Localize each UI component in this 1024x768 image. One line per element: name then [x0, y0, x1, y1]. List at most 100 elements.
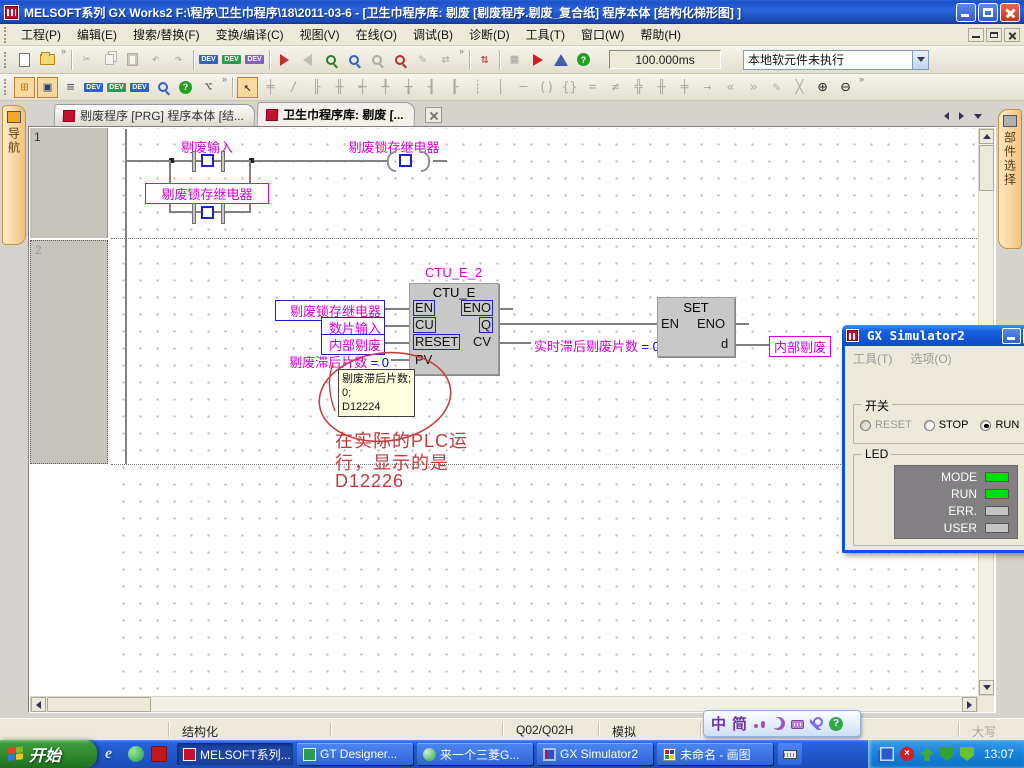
- device-search-icon[interactable]: DEV: [244, 49, 265, 70]
- simulation-start-icon[interactable]: [527, 49, 548, 70]
- horizontal-scroll-thumb[interactable]: [47, 697, 151, 712]
- ime-simplified-icon[interactable]: 简: [732, 713, 747, 734]
- ladder-tool-8-icon[interactable]: ┨: [421, 77, 442, 98]
- gx-simulator-window[interactable]: GX Simulator2 工具(T) 选项(O) 开关 RESET STOP …: [842, 346, 1024, 553]
- firewall-tray-icon[interactable]: [960, 747, 974, 761]
- tab-scroll-right-icon[interactable]: [959, 112, 964, 120]
- rung-1-margin[interactable]: 1: [30, 128, 108, 238]
- simulator-menu-option[interactable]: 选项(O): [910, 350, 951, 367]
- menu-tool[interactable]: 工具(T): [518, 23, 573, 46]
- monitor-zoom-icon[interactable]: [343, 49, 364, 70]
- simulation-info-icon[interactable]: ?: [573, 49, 594, 70]
- device-comment-icon[interactable]: DEV: [198, 49, 219, 70]
- ladder-tool-11-icon[interactable]: │: [490, 77, 511, 98]
- ladder-tool-14-icon[interactable]: {}: [559, 77, 580, 98]
- ladder-tool-22-icon[interactable]: »: [743, 77, 764, 98]
- redo-icon[interactable]: ↷: [168, 49, 189, 70]
- select-tool-icon[interactable]: ↖: [237, 77, 258, 98]
- messenger-icon[interactable]: [128, 746, 144, 762]
- ime-softkeyboard-icon[interactable]: [791, 720, 804, 729]
- ladder-block-icon[interactable]: ▦: [504, 49, 525, 70]
- radio-stop[interactable]: STOP: [924, 419, 969, 431]
- menu-project[interactable]: 工程(P): [13, 23, 69, 46]
- device-comment-display-icon[interactable]: DEV: [83, 77, 104, 98]
- parallel-contact-label[interactable]: 剔废锁存继电器: [145, 183, 269, 204]
- ladder-tool-18-icon[interactable]: ╫: [651, 77, 672, 98]
- close-button[interactable]: [1000, 3, 1020, 22]
- start-button[interactable]: 开始: [0, 740, 97, 768]
- simulation-warning-icon[interactable]: [550, 49, 571, 70]
- child-minimize-button[interactable]: [968, 28, 984, 42]
- vertical-scroll-thumb[interactable]: [979, 145, 994, 191]
- monitor-stop-icon[interactable]: [389, 49, 410, 70]
- toolbar-overflow-2-icon[interactable]: »: [459, 46, 464, 56]
- simulator-menu-tool[interactable]: 工具(T): [853, 350, 892, 367]
- scroll-left-icon[interactable]: [31, 697, 46, 712]
- ladder-tool-21-icon[interactable]: «: [720, 77, 741, 98]
- task-gt-designer[interactable]: GT Designer...: [297, 743, 413, 765]
- tab-list-icon[interactable]: [974, 114, 982, 119]
- toolbar2-overflow-icon[interactable]: »: [222, 74, 227, 84]
- ladder-tool-17-icon[interactable]: ╬: [628, 77, 649, 98]
- ladder-tool-6-icon[interactable]: ╀: [375, 77, 396, 98]
- tab-scroll-left-icon[interactable]: [944, 112, 949, 120]
- ladder-tool-3-icon[interactable]: ╟: [306, 77, 327, 98]
- taskbar-clock[interactable]: 13:07: [984, 747, 1014, 761]
- tab-program-body[interactable]: 剔废程序 [PRG] 程序本体 [结...: [54, 104, 256, 126]
- menu-edit[interactable]: 编辑(E): [69, 23, 125, 46]
- language-bar-taskbar-button[interactable]: [778, 743, 802, 765]
- output-window-icon[interactable]: ≡: [60, 77, 81, 98]
- device-mode-combo[interactable]: 本地软元件未执行: [743, 50, 929, 70]
- device-display-icon[interactable]: DEV: [106, 77, 127, 98]
- navigation-side-tab[interactable]: 导航: [2, 105, 26, 245]
- menu-window[interactable]: 窗口(W): [573, 23, 632, 46]
- set-output-variable[interactable]: 内部剔废: [769, 336, 831, 357]
- coil-state-box[interactable]: [399, 154, 412, 167]
- cross-reference-icon[interactable]: ⇄: [435, 49, 456, 70]
- toolbar2-overflow-2-icon[interactable]: »: [859, 74, 864, 84]
- ladder-tool-13-icon[interactable]: (): [536, 77, 557, 98]
- ladder-tool-19-icon[interactable]: ╪: [674, 77, 695, 98]
- ladder-tool-16-icon[interactable]: ≠: [605, 77, 626, 98]
- solidworks-icon[interactable]: [151, 746, 167, 762]
- monitor-watch-icon[interactable]: [320, 49, 341, 70]
- device-view-icon[interactable]: DEV: [129, 77, 150, 98]
- minimize-button[interactable]: [956, 3, 976, 22]
- internet-explorer-icon[interactable]: e: [105, 746, 121, 762]
- menu-view[interactable]: 视图(V): [292, 23, 348, 46]
- paste-icon[interactable]: [122, 49, 143, 70]
- ladder-tool-20-icon[interactable]: →: [697, 77, 718, 98]
- cv-output-variable[interactable]: 实时滞后剔废片数 = 0: [534, 336, 660, 355]
- navigation-window-icon[interactable]: ⊞: [14, 77, 35, 98]
- child-restore-button[interactable]: [986, 28, 1002, 42]
- restore-button[interactable]: [978, 3, 998, 22]
- menu-online[interactable]: 在线(O): [348, 23, 405, 46]
- new-project-icon[interactable]: [14, 49, 35, 70]
- ime-help-icon[interactable]: ?: [829, 717, 843, 731]
- task-browser[interactable]: 来一个三菱G...: [417, 743, 533, 765]
- menu-diagnostics[interactable]: 诊断(D): [461, 23, 518, 46]
- contact1-state-box[interactable]: [201, 154, 214, 167]
- device-find-icon[interactable]: [152, 77, 173, 98]
- undo-icon[interactable]: ↶: [145, 49, 166, 70]
- ime-settings-icon[interactable]: [810, 717, 823, 730]
- ladder-tool-15-icon[interactable]: =: [582, 77, 603, 98]
- menu-compile[interactable]: 变换/编译(C): [208, 23, 292, 46]
- cut-icon[interactable]: ✂: [76, 49, 97, 70]
- ime-chinese-icon[interactable]: 中: [711, 713, 726, 734]
- menu-help[interactable]: 帮助(H): [632, 23, 689, 46]
- combo-dropdown-icon[interactable]: [912, 51, 928, 69]
- ladder-tool-1-icon[interactable]: ╪: [260, 77, 281, 98]
- task-melsoft[interactable]: MELSOFT系列...: [177, 743, 293, 765]
- rung-2-margin[interactable]: 2: [30, 240, 108, 464]
- edit-program-icon[interactable]: ✎: [412, 49, 433, 70]
- menu-find-replace[interactable]: 搜索/替换(F): [125, 23, 208, 46]
- network-tray-icon[interactable]: [880, 747, 894, 761]
- write-to-plc-icon[interactable]: [274, 49, 295, 70]
- ladder-tool-7-icon[interactable]: ╁: [398, 77, 419, 98]
- simulator-minimize-button[interactable]: [1002, 328, 1021, 344]
- ladder-tool-12-icon[interactable]: ─: [513, 77, 534, 98]
- tab-close-button[interactable]: [425, 107, 442, 123]
- zoom-out-icon[interactable]: ⊖: [835, 77, 856, 98]
- open-project-icon[interactable]: [37, 49, 58, 70]
